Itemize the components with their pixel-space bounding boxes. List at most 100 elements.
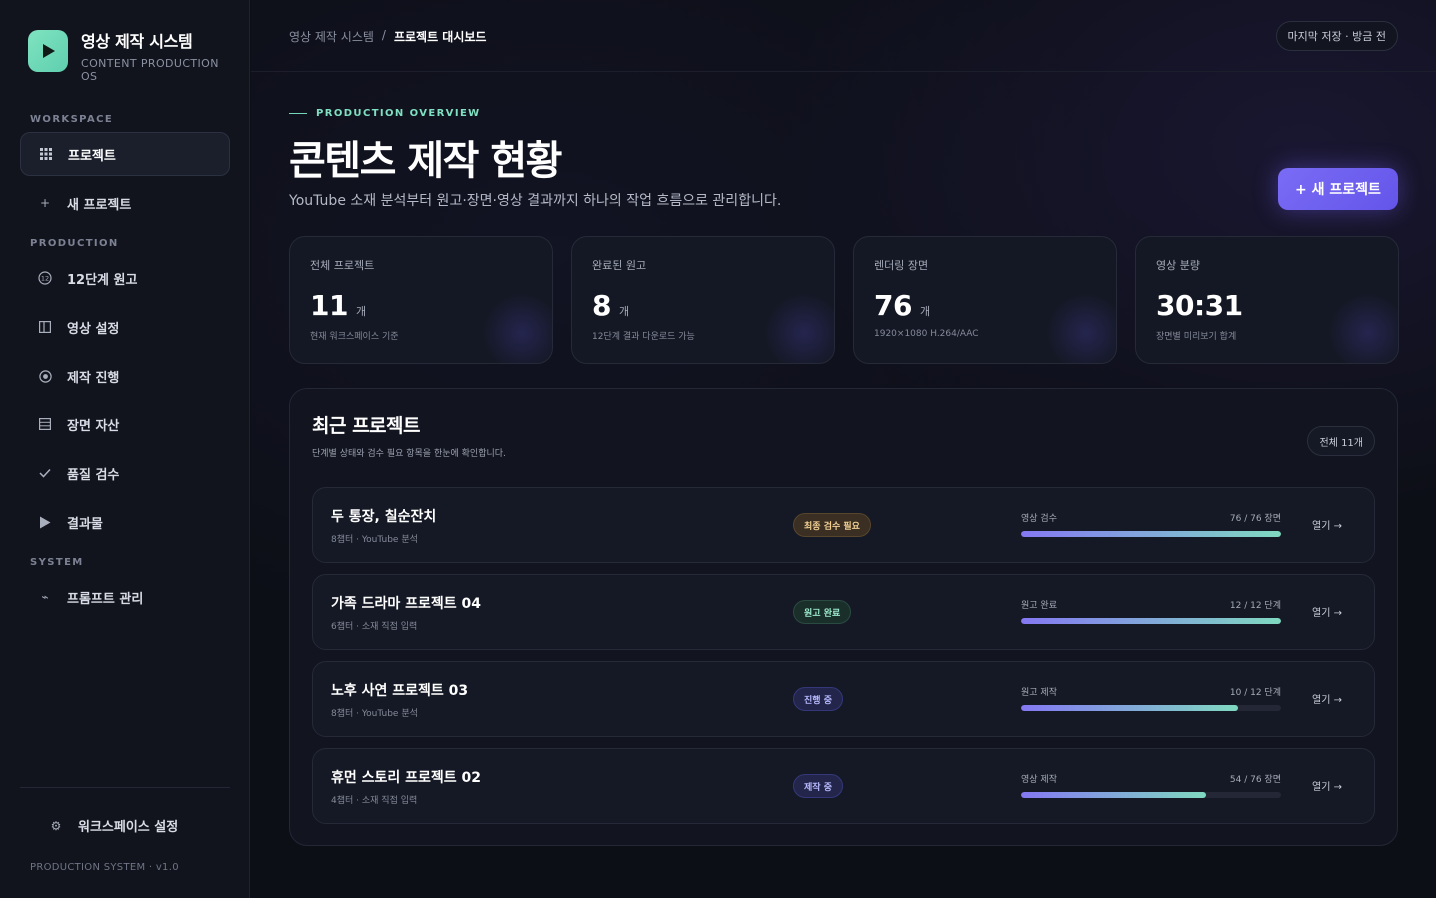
progress-fill <box>1021 618 1281 624</box>
project-row[interactable]: 두 통장, 칠순잔치 8챕터 · YouTube 분석 최종 검수 필요 영상 … <box>312 487 1375 563</box>
project-name: 가족 드라마 프로젝트 04 <box>331 596 482 612</box>
sidebar-item-new-project[interactable]: + 새 프로젝트 <box>20 181 230 225</box>
project-meta: 6챕터 · 소재 직접 입력 <box>331 622 418 632</box>
status-badge: 제작 중 <box>793 774 843 798</box>
section-label-workspace: WORKSPACE <box>30 114 114 125</box>
sidebar-item-12-step-script[interactable]: 12 12단계 원고 <box>20 256 230 300</box>
project-row[interactable]: 휴먼 스토리 프로젝트 02 4챕터 · 소재 직접 입력 제작 중 영상 제작… <box>312 748 1375 824</box>
progress-count: 12 / 12 단계 <box>1229 601 1281 611</box>
recent-projects-panel: 최근 프로젝트 단계별 상태와 검수 필요 항목을 한눈에 확인합니다. 전체 … <box>289 388 1398 846</box>
stat-card-video-duration: 영상 분량 30:31 장면별 미리보기 합계 <box>1135 236 1399 364</box>
sidebar-item-label: 프로젝트 <box>68 148 116 164</box>
sidebar-item-label: 12단계 원고 <box>67 272 138 288</box>
project-meta: 8챕터 · YouTube 분석 <box>331 535 418 545</box>
stat-note: 현재 워크스페이스 기준 <box>310 332 399 342</box>
stat-unit: 개 <box>355 305 367 318</box>
project-name: 휴먼 스토리 프로젝트 02 <box>331 770 482 786</box>
version-label: PRODUCTION SYSTEM · v1.0 <box>30 862 179 873</box>
status-badge: 원고 완료 <box>793 600 852 624</box>
panel-icon <box>37 319 53 335</box>
brand-title: 영상 제작 시스템 <box>81 32 193 51</box>
list-icon <box>37 416 53 432</box>
stat-value: 76 <box>874 289 912 322</box>
workspace-settings-button[interactable]: ⚙ 워크스페이스 설정 <box>48 816 179 836</box>
breadcrumb-current: 프로젝트 대시보드 <box>393 30 487 44</box>
progress-bar <box>1021 531 1281 537</box>
overline-label: PRODUCTION OVERVIEW <box>316 108 481 119</box>
stat-card-rendered-scenes: 렌더링 장면 76 개 1920×1080 H.264/AAC <box>853 236 1117 364</box>
progress-fill <box>1021 705 1238 711</box>
progress-bar <box>1021 792 1281 798</box>
sidebar-item-projects[interactable]: 프로젝트 <box>20 132 230 176</box>
sidebar-divider <box>20 787 230 788</box>
check-icon <box>37 465 53 481</box>
sidebar-item-label: 프롬프트 관리 <box>67 591 144 607</box>
stat-card-total-projects: 전체 프로젝트 11 개 현재 워크스페이스 기준 <box>289 236 553 364</box>
breadcrumb: 영상 제작 시스템 / 프로젝트 대시보드 <box>289 28 486 45</box>
stat-value: 30:31 <box>1156 289 1243 322</box>
project-row[interactable]: 노후 사연 프로젝트 03 8챕터 · YouTube 분석 진행 중 원고 제… <box>312 661 1375 737</box>
progress-count: 10 / 12 단계 <box>1229 688 1281 698</box>
progress-count: 54 / 76 장면 <box>1229 775 1281 785</box>
sidebar: 영상 제작 시스템 CONTENT PRODUCTION OS WORKSPAC… <box>0 0 250 898</box>
stat-label: 완료된 원고 <box>592 259 647 272</box>
page-title: 콘텐츠 제작 현황 <box>289 138 562 184</box>
sidebar-item-label: 품질 검수 <box>67 467 120 483</box>
sidebar-item-label: 영상 설정 <box>67 321 120 337</box>
progress-bar <box>1021 705 1281 711</box>
stat-note: 1920×1080 H.264/AAC <box>874 329 979 339</box>
new-project-button[interactable]: + 새 프로젝트 <box>1278 168 1398 210</box>
stat-note: 장면별 미리보기 합계 <box>1156 332 1237 342</box>
total-projects-chip[interactable]: 전체 11개 <box>1307 426 1375 456</box>
topbar: 영상 제작 시스템 / 프로젝트 대시보드 마지막 저장 · 방금 전 <box>251 0 1436 72</box>
sidebar-item-quality-check[interactable]: 품질 검수 <box>20 451 230 495</box>
wand-icon: ⌁ <box>41 590 49 604</box>
target-icon <box>37 368 53 384</box>
section-label-production: PRODUCTION <box>30 238 119 249</box>
sidebar-item-results[interactable]: 결과물 <box>20 500 230 544</box>
open-project-link[interactable]: 열기 → <box>1312 691 1342 706</box>
sidebar-item-video-settings[interactable]: 영상 설정 <box>20 305 230 349</box>
stat-unit: 개 <box>919 305 931 318</box>
open-project-link[interactable]: 열기 → <box>1312 517 1342 532</box>
brand[interactable]: 영상 제작 시스템 CONTENT PRODUCTION OS <box>28 30 221 83</box>
progress-count: 76 / 76 장면 <box>1229 514 1281 524</box>
status-badge: 최종 검수 필요 <box>793 513 871 537</box>
stat-label: 렌더링 장면 <box>874 259 929 272</box>
gear-icon: ⚙ <box>50 818 62 833</box>
project-meta: 8챕터 · YouTube 분석 <box>331 709 418 719</box>
open-project-link[interactable]: 열기 → <box>1312 778 1342 793</box>
sidebar-item-production-progress[interactable]: 제작 진행 <box>20 354 230 398</box>
project-name: 노후 사연 프로젝트 03 <box>331 683 469 699</box>
play-logo-icon <box>28 30 68 72</box>
status-badge: 진행 중 <box>793 687 843 711</box>
brand-subtitle: CONTENT PRODUCTION OS <box>81 57 219 83</box>
save-status-badge: 마지막 저장 · 방금 전 <box>1275 21 1398 51</box>
progress-fill <box>1021 531 1281 537</box>
plus-icon: + <box>39 196 51 210</box>
progress-bar <box>1021 618 1281 624</box>
stat-note: 12단계 결과 다운로드 가능 <box>592 332 695 342</box>
page-description: YouTube 소재 분석부터 원고·장면·영상 결과까지 하나의 작업 흐름으… <box>289 193 782 209</box>
open-project-link[interactable]: 열기 → <box>1312 604 1342 619</box>
sidebar-item-label: 결과물 <box>67 516 103 532</box>
recent-projects-title: 최근 프로젝트 <box>312 415 421 437</box>
project-meta: 4챕터 · 소재 직접 입력 <box>331 796 418 806</box>
recent-projects-subtitle: 단계별 상태와 검수 필요 항목을 한눈에 확인합니다. <box>312 449 506 459</box>
play-icon <box>37 514 53 530</box>
stat-value: 11 <box>310 289 348 322</box>
stat-card-completed-scripts: 완료된 원고 8 개 12단계 결과 다운로드 가능 <box>571 236 835 364</box>
section-label-system: SYSTEM <box>30 557 84 568</box>
circled-twelve-icon: 12 <box>37 270 53 286</box>
grid-icon <box>38 146 54 162</box>
main-content: 영상 제작 시스템 / 프로젝트 대시보드 마지막 저장 · 방금 전 PROD… <box>251 0 1436 898</box>
breadcrumb-parent[interactable]: 영상 제작 시스템 <box>289 28 374 45</box>
sidebar-item-prompt-management[interactable]: ⌁ 프롬프트 관리 <box>20 575 230 619</box>
stat-unit: 개 <box>618 305 630 318</box>
stat-label: 전체 프로젝트 <box>310 259 375 272</box>
sidebar-item-scene-assets[interactable]: 장면 자산 <box>20 402 230 446</box>
project-name: 두 통장, 칠순잔치 <box>331 509 437 525</box>
svg-text:12: 12 <box>41 275 49 283</box>
project-row[interactable]: 가족 드라마 프로젝트 04 6챕터 · 소재 직접 입력 원고 완료 원고 완… <box>312 574 1375 650</box>
breadcrumb-separator: / <box>381 28 386 42</box>
